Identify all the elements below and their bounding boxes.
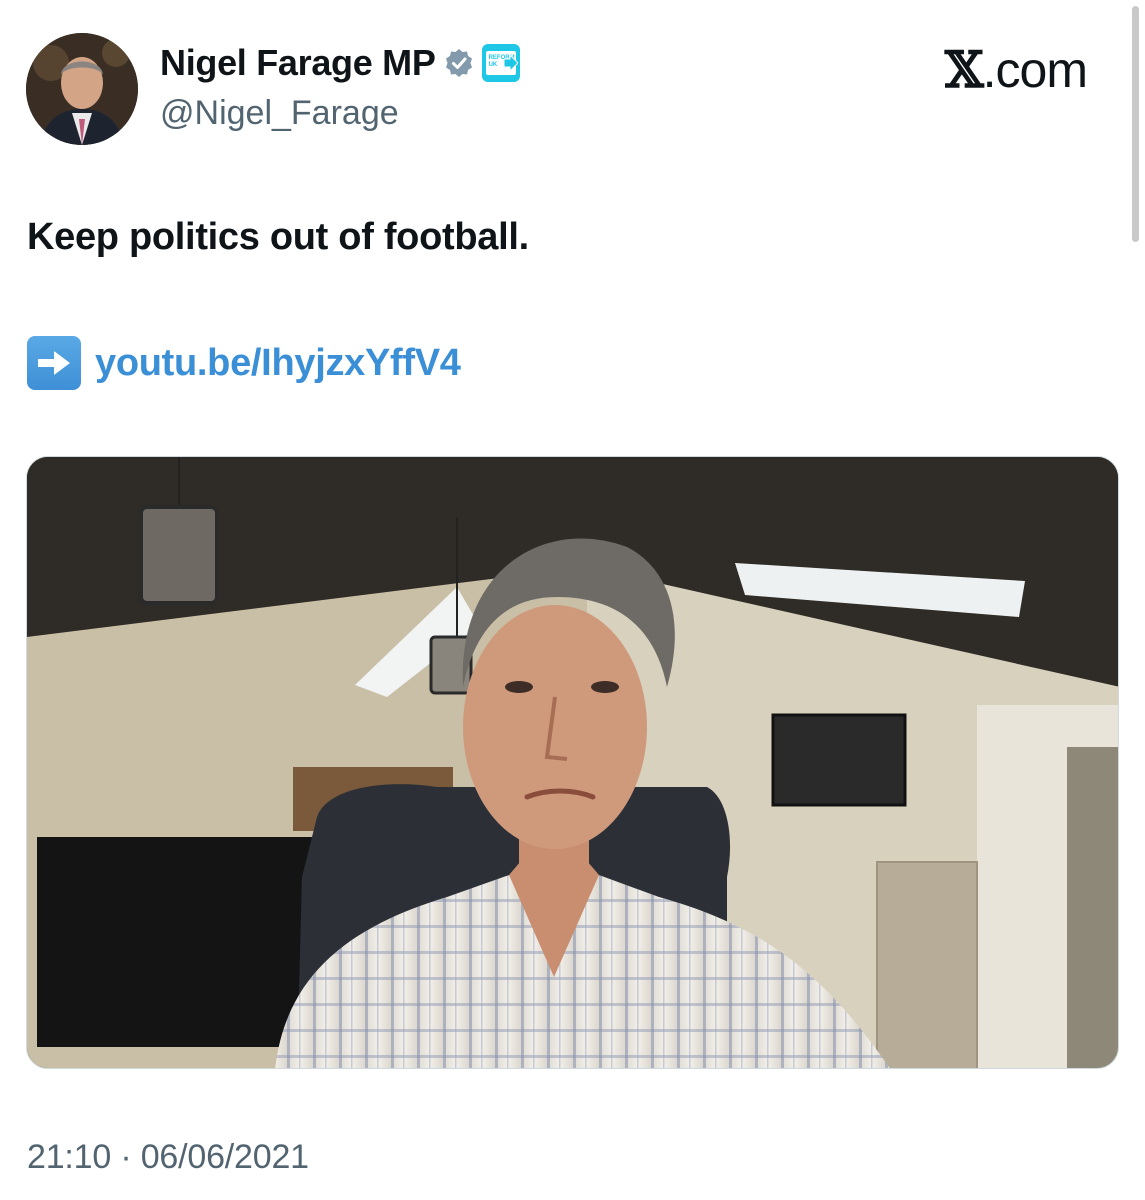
- brand-suffix: .com: [982, 42, 1088, 98]
- display-name[interactable]: Nigel Farage MP: [160, 42, 436, 84]
- x-logo-icon: 𝕏: [944, 40, 984, 99]
- video-thumbnail: [27, 457, 1118, 1068]
- scrollbar-thumb[interactable]: [1132, 6, 1139, 242]
- affiliate-badge-icon[interactable]: REFORM UK: [481, 44, 520, 82]
- site-brand: 𝕏.com: [944, 40, 1088, 99]
- tweet-link[interactable]: youtu.be/IhyjzxYffV4: [95, 342, 461, 385]
- tweet-video-media[interactable]: [26, 456, 1119, 1069]
- author-handle[interactable]: @Nigel_Farage: [160, 94, 399, 133]
- verified-badge-icon[interactable]: [444, 48, 474, 78]
- tweet-link-row: youtu.be/IhyjzxYffV4: [27, 336, 461, 390]
- right-arrow-emoji-icon: [27, 336, 81, 390]
- avatar-photo: [26, 33, 138, 145]
- tweet-timestamp[interactable]: 21:10 · 06/06/2021: [27, 1138, 309, 1177]
- author-name-row: Nigel Farage MP REFORM UK: [160, 42, 520, 84]
- affiliate-arrow-icon: [503, 55, 518, 71]
- tweet-screenshot: Nigel Farage MP REFORM UK @Nigel_Farage …: [0, 0, 1145, 1200]
- avatar[interactable]: [26, 33, 138, 145]
- tweet-text: Keep politics out of football.: [27, 216, 529, 258]
